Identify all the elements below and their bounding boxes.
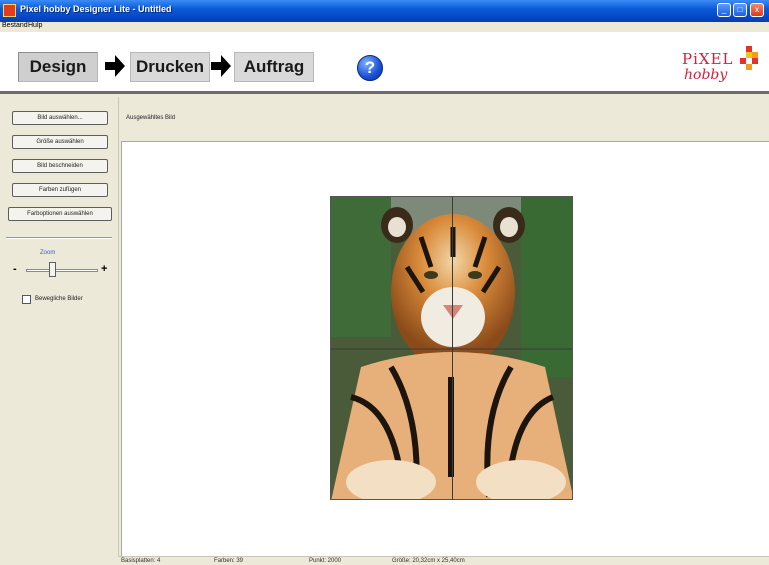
sidebar-divider bbox=[6, 237, 112, 239]
status-points: Punkt: 2000 bbox=[309, 558, 342, 564]
menu-bar: Bestand Hulp bbox=[0, 22, 769, 32]
color-options-button[interactable]: Farboptionen auswählen bbox=[8, 207, 112, 221]
step-auftrag-button[interactable]: Auftrag bbox=[234, 52, 314, 82]
zoom-out-button[interactable]: - bbox=[13, 263, 17, 275]
crop-image-button[interactable]: Bild beschneiden bbox=[12, 159, 108, 173]
add-colors-button[interactable]: Farben zufügen bbox=[12, 183, 108, 197]
menu-item-file[interactable]: Bestand bbox=[2, 22, 28, 29]
arrow-right-icon bbox=[105, 55, 125, 77]
movable-images-checkbox[interactable] bbox=[22, 295, 31, 304]
step-drucken-button[interactable]: Drucken bbox=[130, 52, 210, 82]
status-size: Größe: 20,32cm x 25,40cm bbox=[392, 558, 465, 564]
workflow-toolbar: Design Drucken Auftrag ? PiXEL hobby bbox=[0, 32, 769, 94]
zoom-in-button[interactable]: + bbox=[101, 263, 107, 275]
movable-images-label: Bewegliche Bilder bbox=[35, 296, 83, 302]
help-icon[interactable]: ? bbox=[357, 55, 383, 81]
zoom-slider-track[interactable] bbox=[26, 269, 98, 272]
tiger-image[interactable] bbox=[330, 196, 573, 500]
tiger-picture bbox=[331, 197, 572, 499]
close-button[interactable]: x bbox=[750, 3, 764, 17]
selected-image-label: Ausgewähltes Bild bbox=[126, 115, 176, 121]
menu-item-help[interactable]: Hulp bbox=[28, 22, 42, 29]
status-baseplates: Basisplatten: 4 bbox=[121, 558, 161, 564]
status-bar: Basisplatten: 4 Farben: 39 Punkt: 2000 G… bbox=[119, 556, 769, 565]
minimize-button[interactable]: _ bbox=[717, 3, 731, 17]
zoom-slider-thumb[interactable] bbox=[48, 262, 56, 277]
arrow-right-icon bbox=[211, 55, 231, 77]
title-bar[interactable]: Pixel hobby Designer Lite - Untitled _ □… bbox=[0, 0, 769, 22]
status-colors: Farben: 39 bbox=[214, 558, 244, 564]
pixelhobby-logo: PiXEL hobby bbox=[682, 44, 762, 90]
window-title: Pixel hobby Designer Lite - Untitled bbox=[20, 4, 172, 14]
select-size-button[interactable]: Größe auswählen bbox=[12, 135, 108, 149]
zoom-label: Zoom bbox=[40, 250, 56, 256]
maximize-button[interactable]: □ bbox=[733, 3, 747, 17]
select-image-button[interactable]: Bild auswählen... bbox=[12, 111, 108, 125]
app-window: Pixel hobby Designer Lite - Untitled _ □… bbox=[0, 0, 769, 565]
step-design-button[interactable]: Design bbox=[18, 52, 98, 82]
sidebar: Bild auswählen... Größe auswählen Bild b… bbox=[0, 97, 119, 557]
app-icon bbox=[3, 4, 16, 17]
